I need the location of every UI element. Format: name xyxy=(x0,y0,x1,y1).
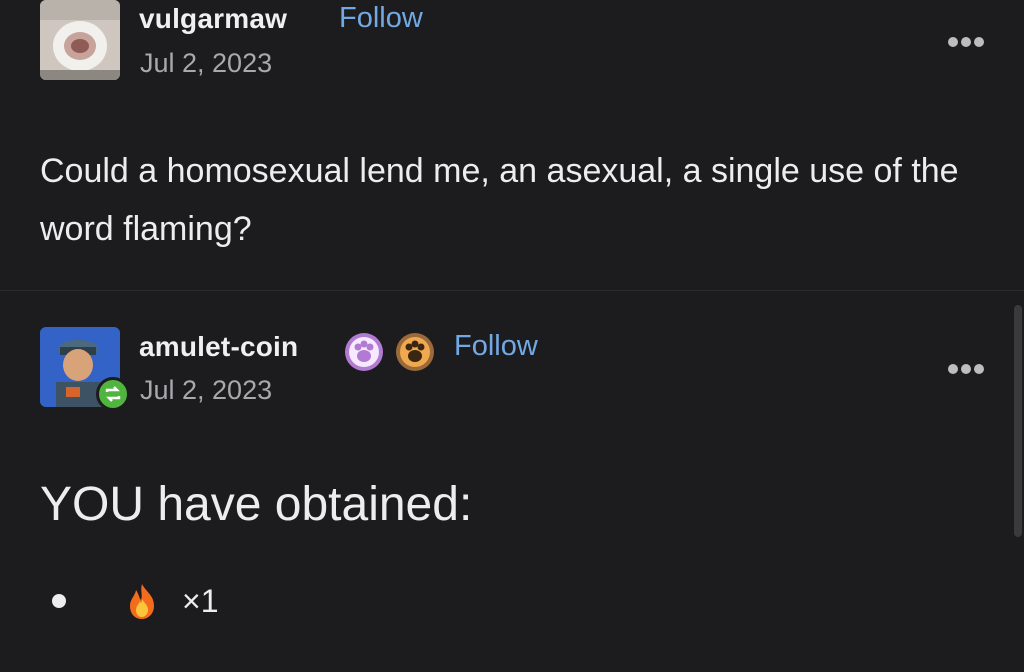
item-count: ×1 xyxy=(182,582,219,619)
post-text: Could a homosexual lend me, an asexual, … xyxy=(40,152,959,248)
username[interactable]: amulet-coin xyxy=(139,331,298,363)
post-date[interactable]: Jul 2, 2023 xyxy=(140,375,272,406)
dot xyxy=(948,37,958,47)
username[interactable]: vulgarmaw xyxy=(139,3,287,35)
avatar[interactable] xyxy=(40,0,120,80)
dot xyxy=(948,364,958,374)
reblog-post: amulet-coin Follow Jul 2, 2023 YOU have … xyxy=(0,290,1024,672)
scrollbar[interactable] xyxy=(1014,305,1022,537)
post-heading: YOU have obtained: xyxy=(40,478,473,531)
reblog-icon xyxy=(96,377,130,411)
dot xyxy=(961,364,971,374)
bullet-icon xyxy=(52,594,66,608)
dot xyxy=(974,37,984,47)
more-options-icon[interactable] xyxy=(948,364,984,374)
dot xyxy=(974,364,984,374)
fire-emoji-icon xyxy=(122,581,162,621)
toilet-avatar-icon xyxy=(40,0,120,80)
paw-badge-orange-icon[interactable] xyxy=(395,332,435,372)
paw-badge-purple-icon[interactable] xyxy=(344,332,384,372)
list-item: ×1 xyxy=(52,581,218,621)
dot xyxy=(961,37,971,47)
original-post: vulgarmaw Follow Jul 2, 2023 Could a hom… xyxy=(0,0,1024,290)
follow-button[interactable]: Follow xyxy=(339,2,423,35)
more-options-icon[interactable] xyxy=(948,37,984,47)
follow-button[interactable]: Follow xyxy=(454,330,538,363)
post-date[interactable]: Jul 2, 2023 xyxy=(140,48,272,79)
